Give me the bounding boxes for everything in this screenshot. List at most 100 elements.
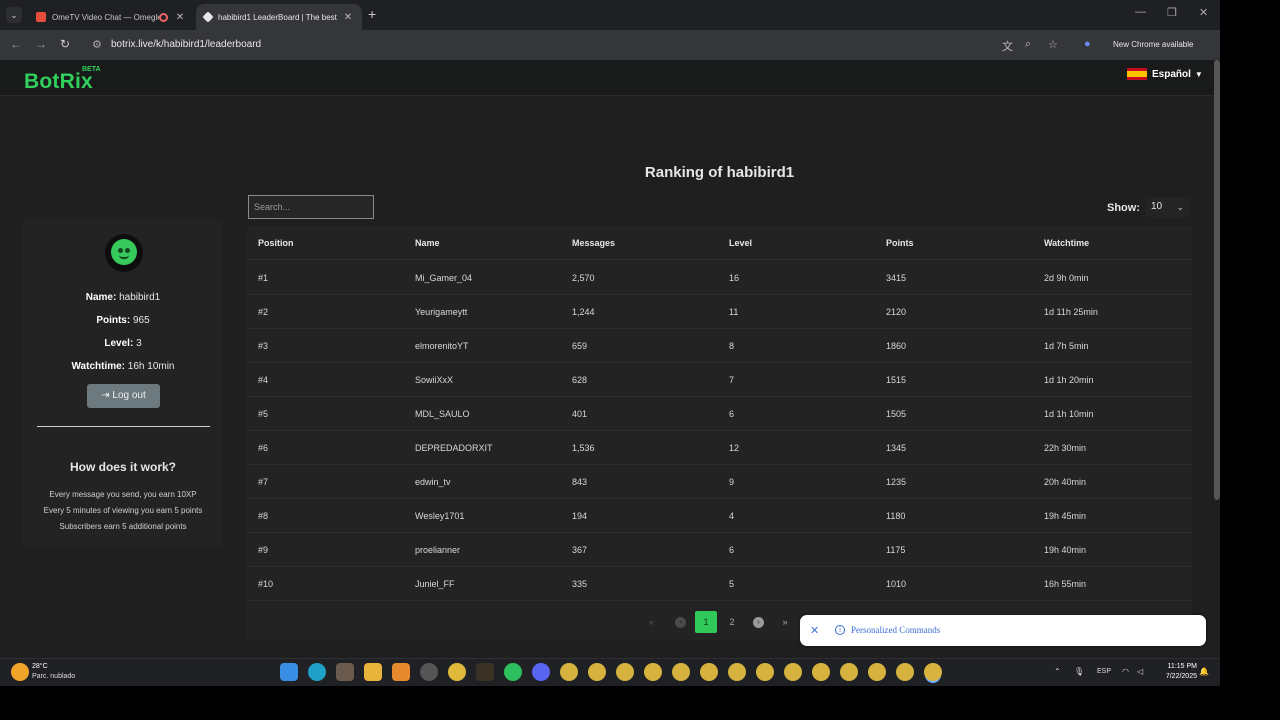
- close-icon[interactable]: ✕: [810, 624, 819, 637]
- chrome-profile-icon[interactable]: [812, 663, 830, 681]
- address-bar: ← → ↻ ⚙ botrix.live/k/habibird1/leaderbo…: [0, 30, 1220, 71]
- new-tab-button[interactable]: +: [368, 6, 376, 22]
- input-language[interactable]: ESP: [1097, 668, 1111, 675]
- cell-position: #8: [258, 511, 269, 521]
- letterbox-bottom: [0, 686, 1280, 720]
- chrome-profile-icon[interactable]: [672, 663, 690, 681]
- forward-icon[interactable]: →: [35, 37, 47, 51]
- next-page-button[interactable]: ›: [753, 617, 764, 628]
- app-icon[interactable]: [420, 663, 438, 681]
- start-icon[interactable]: [280, 663, 298, 681]
- botrix-logo[interactable]: BotRix: [24, 70, 93, 94]
- info-icon: i: [835, 625, 845, 635]
- tray-overflow-icon[interactable]: ⌃: [1054, 667, 1061, 676]
- chrome-profile-icon[interactable]: [560, 663, 578, 681]
- close-tab-icon[interactable]: ✕: [174, 12, 186, 23]
- back-icon[interactable]: ←: [10, 37, 22, 51]
- cell-name: elmorenitoYT: [415, 341, 469, 351]
- cell-messages: 335: [572, 579, 588, 589]
- whatsapp-icon[interactable]: [504, 663, 522, 681]
- chrome-profile-icon[interactable]: [700, 663, 718, 681]
- wifi-icon[interactable]: ◠: [1122, 667, 1129, 676]
- chrome-profile-icon[interactable]: [896, 663, 914, 681]
- close-window-icon[interactable]: ✕: [1199, 6, 1208, 19]
- logout-button[interactable]: ⇥ Log out: [87, 384, 160, 408]
- discord-icon[interactable]: [532, 663, 550, 681]
- zoom-icon[interactable]: ⌕: [1025, 38, 1031, 51]
- cell-position: #2: [258, 307, 269, 317]
- cell-watchtime: 19h 45min: [1044, 511, 1087, 521]
- botrix-favicon-icon: [202, 11, 214, 23]
- cell-name: SowiiXxX: [415, 375, 454, 385]
- chrome-profile-icon[interactable]: [784, 663, 802, 681]
- file-explorer-icon[interactable]: [364, 663, 382, 681]
- app-icon[interactable]: [476, 663, 494, 681]
- screen: ⌄ OmeTV Video Chat — Omegle ✕ habibird1 …: [0, 0, 1280, 720]
- page-1-button[interactable]: 1: [695, 611, 717, 633]
- table-row: #7 edwin_tv 843 9 1235 20h 40min: [247, 465, 1192, 499]
- cell-name: MDL_SAULO: [415, 409, 470, 419]
- restore-icon[interactable]: ❐: [1167, 6, 1177, 19]
- cell-level: 9: [729, 477, 735, 487]
- col-level[interactable]: Level: [729, 238, 752, 248]
- tab-leaderboard[interactable]: habibird1 LeaderBoard | The best ✕: [196, 4, 362, 30]
- chrome-profile-icon[interactable]: [588, 663, 606, 681]
- volume-icon[interactable]: ◁: [1137, 667, 1143, 676]
- microphone-icon[interactable]: 🎙: [1074, 667, 1084, 676]
- edge-icon[interactable]: [308, 663, 326, 681]
- profile-icon[interactable]: ●: [1084, 38, 1091, 50]
- language-selector[interactable]: Español ▼: [1127, 68, 1203, 80]
- col-messages[interactable]: Messages: [572, 238, 615, 248]
- weather-icon[interactable]: [11, 663, 29, 681]
- chrome-profile-icon[interactable]: [728, 663, 746, 681]
- cell-level: 5: [729, 579, 735, 589]
- chrome-profile-icon[interactable]: [840, 663, 858, 681]
- tab-search-button[interactable]: ⌄: [6, 7, 22, 23]
- avatar-eye: [118, 248, 123, 253]
- col-points[interactable]: Points: [886, 238, 914, 248]
- table-row: #9 proelianner 367 6 1175 19h 40min: [247, 533, 1192, 567]
- cell-name: proelianner: [415, 545, 461, 555]
- bookmark-star-icon[interactable]: ☆: [1048, 38, 1058, 51]
- last-page-button[interactable]: »: [780, 611, 790, 633]
- cell-level: 6: [729, 409, 735, 419]
- cell-position: #1: [258, 273, 269, 283]
- chrome-update-button[interactable]: New Chrome available ⋮: [1105, 34, 1214, 71]
- app-icon[interactable]: [336, 663, 354, 681]
- col-name[interactable]: Name: [415, 238, 440, 248]
- omnibox[interactable]: ⚙ botrix.live/k/habibird1/leaderboard 文 …: [84, 34, 1214, 71]
- cell-points: 1175: [886, 545, 906, 555]
- minimize-icon[interactable]: —: [1135, 6, 1146, 18]
- col-watchtime[interactable]: Watchtime: [1044, 238, 1089, 248]
- chrome-icon[interactable]: [448, 663, 466, 681]
- site-header: BotRix BETA Español ▼: [0, 60, 1214, 96]
- page-size-select[interactable]: 10 ⌄: [1146, 197, 1190, 217]
- translate-icon[interactable]: 文: [1002, 38, 1013, 54]
- chrome-profile-icon[interactable]: [756, 663, 774, 681]
- update-label: New Chrome available: [1113, 40, 1194, 49]
- col-position[interactable]: Position: [258, 238, 294, 248]
- tab-ometv[interactable]: OmeTV Video Chat — Omegle ✕: [28, 4, 194, 30]
- table-row: #4 SowiiXxX 628 7 1515 1d 1h 20min: [247, 363, 1192, 397]
- cell-level: 8: [729, 341, 735, 351]
- close-tab-icon[interactable]: ✕: [342, 12, 354, 23]
- site-info-icon[interactable]: ⚙: [92, 38, 102, 51]
- prev-page-button[interactable]: ‹: [675, 617, 686, 628]
- commands-toast[interactable]: ✕ i Personalized Commands: [800, 615, 1206, 646]
- url-text[interactable]: botrix.live/k/habibird1/leaderboard: [111, 39, 261, 50]
- search-input[interactable]: [248, 195, 374, 219]
- page-2-button[interactable]: 2: [727, 611, 737, 633]
- cell-watchtime: 16h 55min: [1044, 579, 1087, 589]
- chrome-profile-icon[interactable]: [924, 663, 942, 681]
- cell-messages: 628: [572, 375, 588, 385]
- clock[interactable]: 11:15 PM 7/22/2025: [1155, 662, 1197, 682]
- reload-icon[interactable]: ↻: [60, 37, 70, 51]
- chrome-profile-icon[interactable]: [868, 663, 886, 681]
- cell-watchtime: 20h 40min: [1044, 477, 1087, 487]
- first-page-button[interactable]: «: [649, 611, 654, 633]
- page-scrollbar[interactable]: [1214, 60, 1220, 500]
- app-icon[interactable]: [392, 663, 410, 681]
- chrome-profile-icon[interactable]: [616, 663, 634, 681]
- chrome-profile-icon[interactable]: [644, 663, 662, 681]
- notification-icon[interactable]: 🔔: [1199, 667, 1209, 676]
